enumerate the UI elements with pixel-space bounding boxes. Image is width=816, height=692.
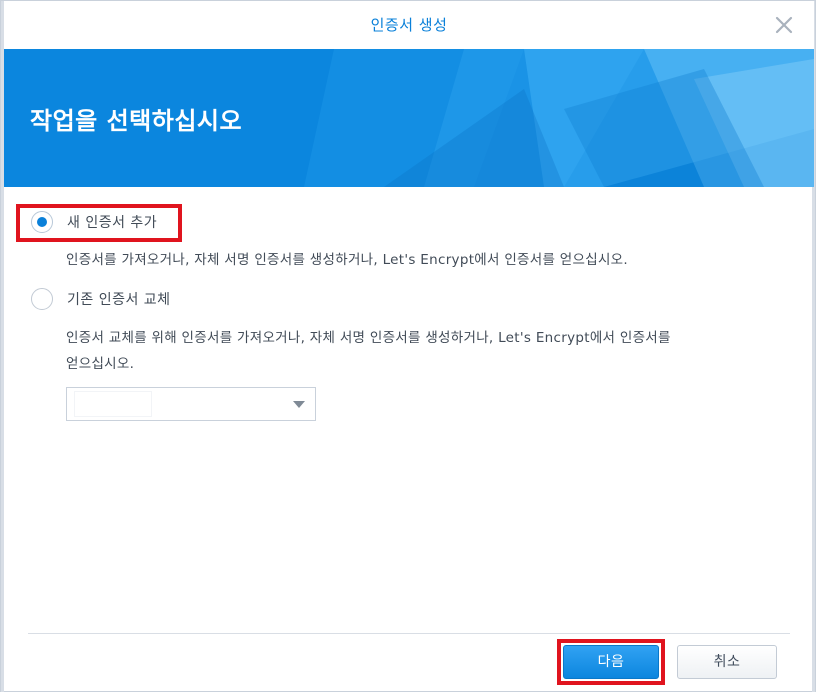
option-add-new-certificate[interactable]: 새 인증서 추가 — [31, 211, 157, 233]
create-certificate-dialog: 인증서 생성 작업을 선택하십시오 새 인증서 추가 인증서를 가져오거나, 자… — [0, 0, 816, 692]
option-replace-certificate-description-line1: 인증서 교체를 위해 인증서를 가져오거나, 자체 서명 인증서를 생성하거나,… — [66, 330, 671, 346]
certificate-select[interactable] — [66, 387, 316, 421]
close-icon — [775, 16, 793, 34]
option-replace-certificate-description-line2: 얻으십시오. — [66, 356, 135, 372]
option-add-new-certificate-description: 인증서를 가져오거나, 자체 서명 인증서를 생성하거나, Let's Encr… — [66, 252, 628, 268]
dialog-title: 인증서 생성 — [370, 16, 448, 34]
next-button[interactable]: 다음 — [563, 645, 659, 679]
chevron-down-icon — [293, 401, 305, 408]
radio-replace-certificate[interactable] — [31, 288, 53, 310]
footer-divider — [28, 633, 790, 634]
certificate-select-value — [75, 392, 151, 416]
option-replace-certificate-label: 기존 인증서 교체 — [67, 292, 171, 308]
radio-add-new-certificate[interactable] — [31, 211, 53, 233]
option-add-new-certificate-label: 새 인증서 추가 — [67, 215, 158, 231]
wizard-banner: 작업을 선택하십시오 — [4, 49, 814, 187]
banner-heading: 작업을 선택하십시오 — [30, 107, 243, 135]
cancel-button[interactable]: 취소 — [677, 645, 777, 679]
close-button[interactable] — [772, 13, 796, 37]
dialog-titlebar: 인증서 생성 — [4, 1, 814, 49]
wizard-content: 새 인증서 추가 인증서를 가져오거나, 자체 서명 인증서를 생성하거나, L… — [4, 187, 814, 633]
option-replace-certificate[interactable]: 기존 인증서 교체 — [31, 288, 171, 310]
